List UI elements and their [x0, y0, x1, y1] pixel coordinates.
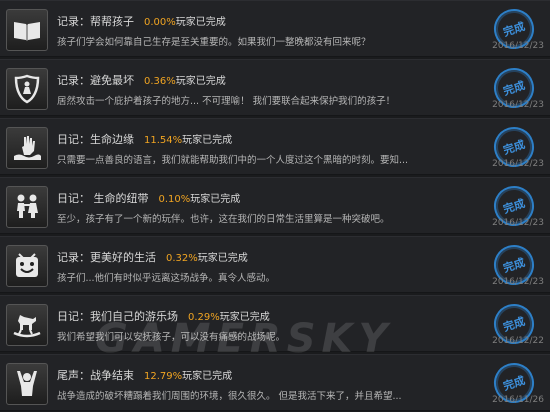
achievement-description: 只需要一点善良的语言，我们就能帮助我们中的一个人度过这个黑暗的时刻。要知...	[57, 155, 409, 166]
completion-label: 玩家已完成	[175, 76, 226, 87]
completion-label: 玩家已完成	[197, 253, 248, 264]
raised-arms-icon	[6, 363, 48, 405]
achievement-row[interactable]: 记录：避免最坏 0.36%玩家已完成 居然攻击一个庇护着孩子的地方... 不可理喻…	[0, 59, 550, 116]
two-children-icon	[6, 186, 48, 228]
unlock-date: 2016/12/23	[492, 100, 544, 110]
achievement-title: 尾声：战争结束	[57, 369, 134, 382]
unlock-date: 2016/12/23	[492, 41, 544, 51]
achievement-description: 至少，孩子有了一个新的玩伴。也许，这在我们的日常生活里算是一种突破吧。	[57, 214, 390, 225]
achievement-row[interactable]: 日记：我们自己的游乐场 0.29%玩家已完成 我们希望我们可以安抚孩子，可以没有痛…	[0, 295, 550, 352]
completion-percent: 0.36%	[144, 76, 176, 87]
happy-face-icon	[6, 245, 48, 287]
achievement-description: 我们希望我们可以安抚孩子，可以没有痛感的战场呢。	[57, 332, 286, 343]
completion-label: 玩家已完成	[182, 135, 233, 146]
completion-label: 玩家已完成	[190, 194, 241, 205]
unlock-date: 2016/12/23	[492, 218, 544, 228]
completion-percent: 11.54%	[144, 135, 183, 146]
achievement-title: 日记： 生命的纽带	[57, 192, 149, 205]
unlock-date: 2016/11/26	[492, 395, 544, 405]
achievement-row[interactable]: 记录：更美好的生活 0.32%玩家已完成 孩子们...他们有时似乎远离这场战争。真…	[0, 236, 550, 293]
achievement-title: 记录：避免最坏	[57, 74, 134, 87]
unlock-date: 2016/12/23	[492, 159, 544, 169]
achievement-title: 日记：我们自己的游乐场	[57, 310, 178, 323]
achievement-description: 居然攻击一个庇护着孩子的地方... 不可理喻！ 我们要联合起来保护我们的孩子！	[57, 96, 396, 107]
completion-percent: 12.79%	[144, 371, 183, 382]
completion-percent: 0.00%	[144, 17, 176, 28]
unlock-date: 2016/12/23	[492, 277, 544, 287]
achievement-row[interactable]: 记录：帮帮孩子 0.00%玩家已完成 孩子们学会如何靠自己生存是至关重要的。如果我…	[0, 0, 550, 57]
completion-label: 玩家已完成	[175, 17, 226, 28]
drowning-hand-icon	[6, 127, 48, 169]
achievement-list: 记录：帮帮孩子 0.00%玩家已完成 孩子们学会如何靠自己生存是至关重要的。如果我…	[0, 0, 550, 412]
completion-label: 玩家已完成	[182, 371, 233, 382]
unlock-date: 2016/12/22	[492, 336, 544, 346]
completion-percent: 0.10%	[158, 194, 191, 205]
completion-percent: 0.32%	[166, 253, 198, 264]
achievement-row[interactable]: 日记： 生命的纽带 0.10%玩家已完成 至少，孩子有了一个新的玩伴。也许，这在我…	[0, 177, 550, 234]
achievement-title: 记录：更美好的生活	[57, 251, 156, 264]
achievement-title: 日记：生命边缘	[57, 133, 134, 146]
shield-figure-icon	[6, 68, 48, 110]
achievement-description: 战争造成的破坏糟蹋着我们周围的环境，很久很久。 但是我活下来了，并且希望...	[57, 391, 402, 402]
achievement-title: 记录：帮帮孩子	[57, 15, 134, 28]
achievement-description: 孩子们...他们有时似乎远离这场战争。真令人感动。	[57, 273, 276, 284]
completion-label: 玩家已完成	[219, 312, 270, 323]
rocking-horse-icon	[6, 304, 48, 346]
achievement-description: 孩子们学会如何靠自己生存是至关重要的。如果我们一整晚都没有回来呢？	[57, 37, 371, 48]
achievement-row[interactable]: 尾声：战争结束 12.79%玩家已完成 战争造成的破坏糟蹋着我们周围的环境，很久很…	[0, 354, 550, 411]
open-book-icon	[6, 9, 48, 51]
achievement-row[interactable]: 日记：生命边缘 11.54%玩家已完成 只需要一点善良的语言，我们就能帮助我们中的…	[0, 118, 550, 175]
completion-percent: 0.29%	[188, 312, 220, 323]
